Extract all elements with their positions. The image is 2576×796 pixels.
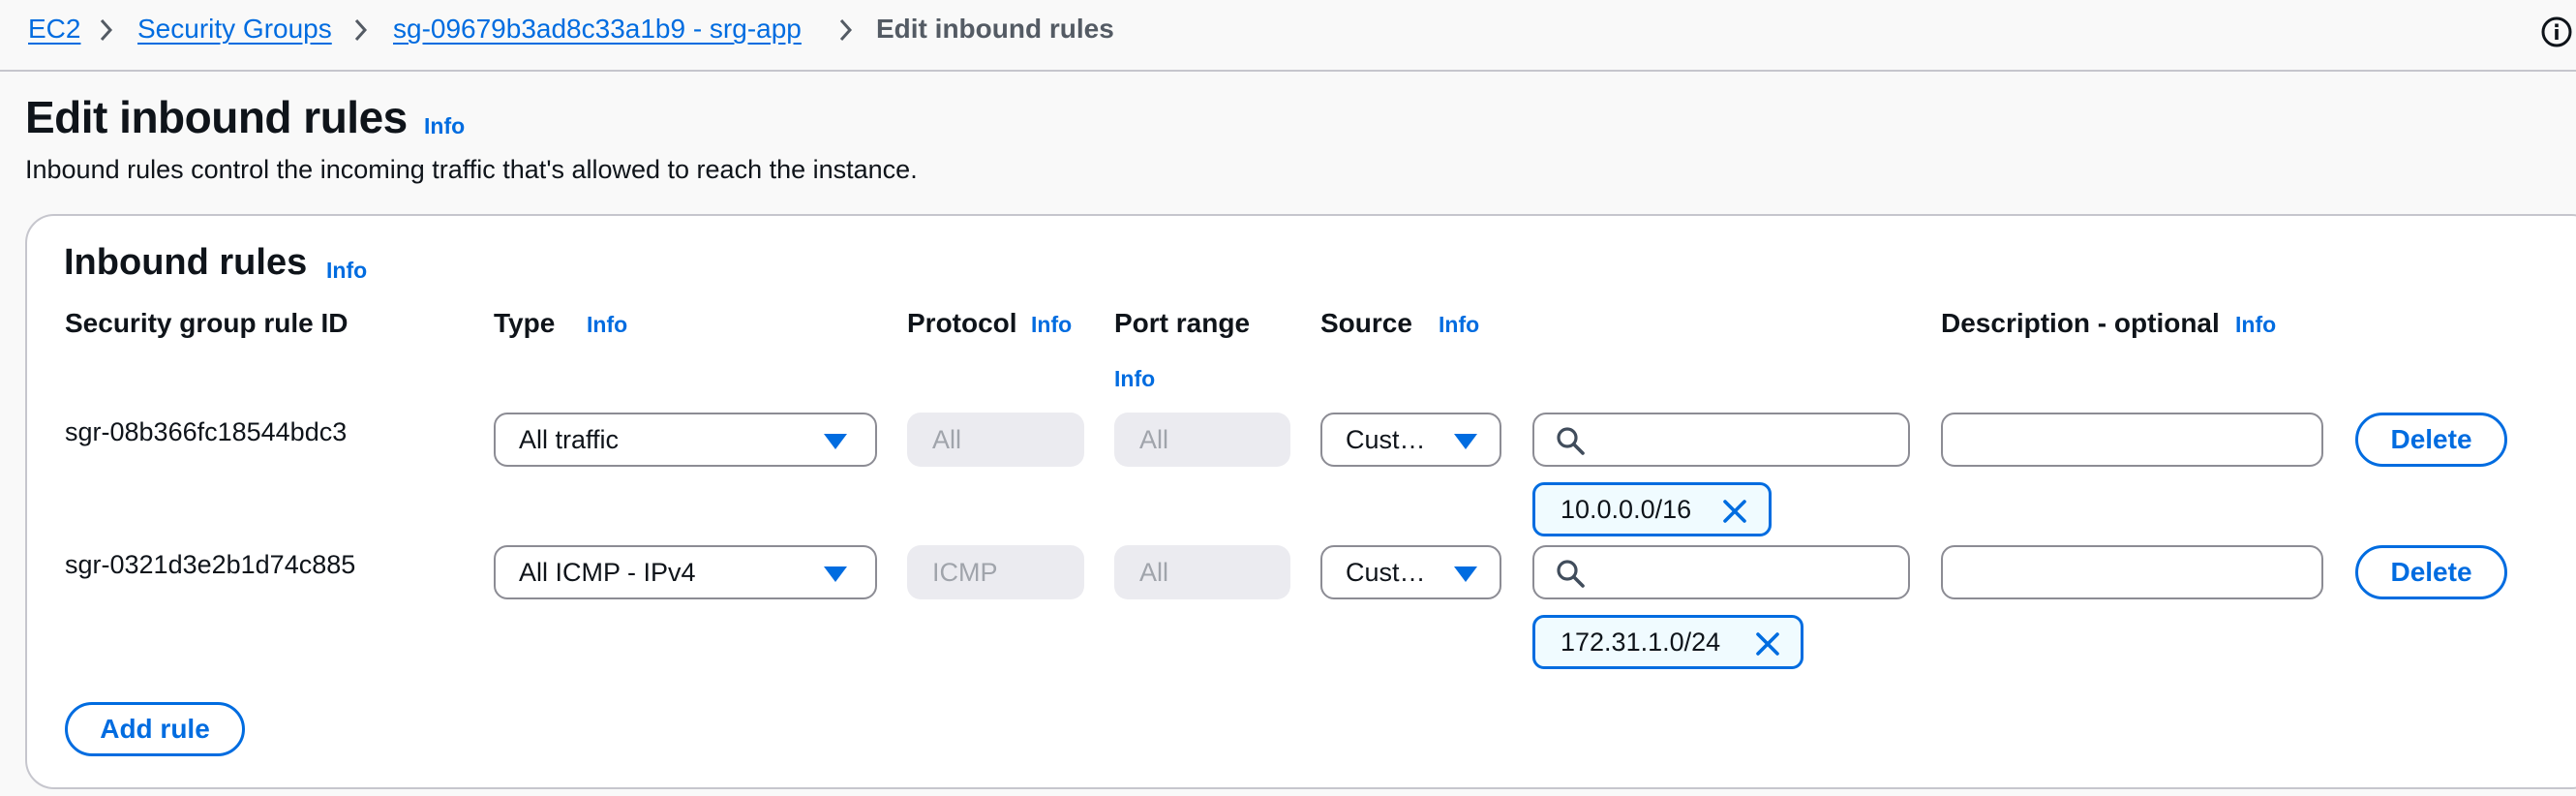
search-icon bbox=[1557, 560, 1585, 588]
chevron-right-icon bbox=[839, 18, 853, 42]
cidr-token: 10.0.0.0/16 bbox=[1532, 482, 1772, 536]
port-range-info-link[interactable]: Info bbox=[1114, 366, 1155, 392]
delete-rule-button[interactable]: Delete bbox=[2355, 545, 2507, 599]
protocol-info-link[interactable]: Info bbox=[1031, 312, 1072, 338]
description-input[interactable] bbox=[1941, 413, 2323, 467]
source-type-select[interactable]: Cust… bbox=[1320, 545, 1501, 599]
description-info-link[interactable]: Info bbox=[2235, 312, 2276, 338]
cidr-token-label: 172.31.1.0/24 bbox=[1561, 628, 1721, 657]
description-input[interactable] bbox=[1941, 545, 2323, 599]
type-info-link[interactable]: Info bbox=[587, 312, 627, 338]
breadcrumb-current: Edit inbound rules bbox=[876, 14, 1114, 44]
protocol-field: All bbox=[907, 413, 1084, 467]
port-range-field: All bbox=[1114, 545, 1290, 599]
rule-id: sgr-0321d3e2b1d74c885 bbox=[65, 550, 356, 579]
column-header-port-range: Port range bbox=[1114, 308, 1251, 338]
column-header-type: Type bbox=[494, 308, 556, 338]
caret-down-icon bbox=[824, 566, 847, 582]
source-type-value: Cust… bbox=[1346, 558, 1426, 587]
add-rule-button[interactable]: Add rule bbox=[65, 702, 245, 756]
column-header-source: Source bbox=[1320, 308, 1412, 338]
protocol-field: ICMP bbox=[907, 545, 1084, 599]
column-header-rule-id: Security group rule ID bbox=[65, 308, 349, 338]
page-title: Edit inbound rules bbox=[25, 92, 408, 142]
caret-down-icon bbox=[824, 434, 847, 449]
caret-down-icon bbox=[1454, 566, 1477, 582]
column-header-protocol: Protocol bbox=[907, 308, 1017, 338]
chevron-right-icon bbox=[100, 18, 113, 42]
breadcrumb-ec2-link[interactable]: EC2 bbox=[28, 14, 80, 45]
info-circle-icon[interactable] bbox=[2540, 15, 2573, 48]
breadcrumb-security-groups-link[interactable]: Security Groups bbox=[137, 14, 332, 45]
cidr-token: 172.31.1.0/24 bbox=[1532, 615, 1803, 669]
close-icon[interactable] bbox=[1721, 498, 1748, 525]
type-select-value: All traffic bbox=[519, 425, 620, 454]
chevron-right-icon bbox=[354, 18, 368, 42]
panel-title: Inbound rules bbox=[64, 242, 308, 283]
page-info-link[interactable]: Info bbox=[424, 113, 465, 139]
column-header-description: Description - optional bbox=[1941, 308, 2220, 338]
close-icon[interactable] bbox=[1754, 630, 1781, 658]
source-type-value: Cust… bbox=[1346, 425, 1426, 454]
page-description: Inbound rules control the incoming traff… bbox=[25, 155, 918, 184]
breadcrumb-security-group-link[interactable]: sg-09679b3ad8c33a1b9 - srg-app bbox=[393, 14, 802, 45]
type-select[interactable]: All traffic bbox=[494, 413, 877, 467]
breadcrumb: EC2 Security Groups sg-09679b3ad8c33a1b9… bbox=[0, 0, 2576, 72]
delete-rule-button[interactable]: Delete bbox=[2355, 413, 2507, 467]
panel-info-link[interactable]: Info bbox=[326, 258, 367, 284]
rule-id: sgr-08b366fc18544bdc3 bbox=[65, 417, 348, 446]
type-select[interactable]: All ICMP - IPv4 bbox=[494, 545, 877, 599]
caret-down-icon bbox=[1454, 434, 1477, 449]
source-search-input[interactable] bbox=[1532, 545, 1910, 599]
source-search-input[interactable] bbox=[1532, 413, 1910, 467]
source-info-link[interactable]: Info bbox=[1439, 312, 1479, 338]
search-icon bbox=[1557, 427, 1585, 455]
type-select-value: All ICMP - IPv4 bbox=[519, 558, 696, 587]
cidr-token-label: 10.0.0.0/16 bbox=[1561, 495, 1692, 524]
inbound-rules-panel bbox=[25, 214, 2576, 789]
port-range-field: All bbox=[1114, 413, 1290, 467]
source-type-select[interactable]: Cust… bbox=[1320, 413, 1501, 467]
